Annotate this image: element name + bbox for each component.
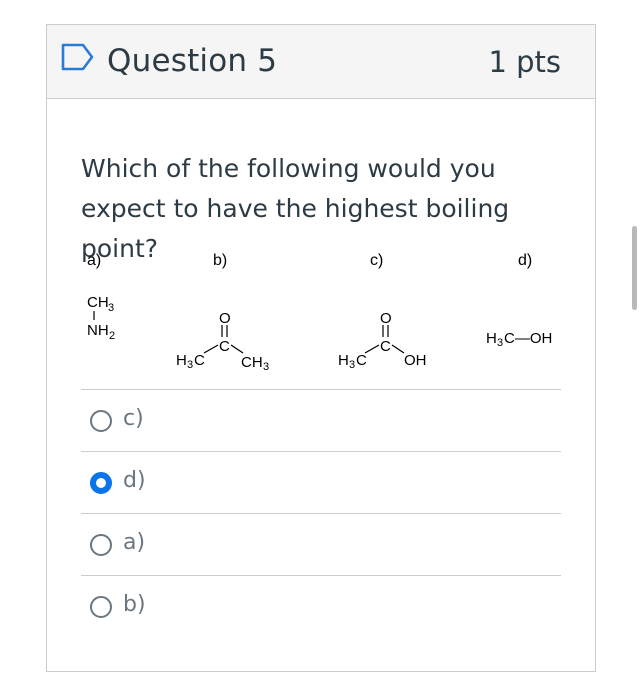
structure-b-c: C <box>219 338 230 355</box>
structure-label-a: a) <box>87 252 101 269</box>
structure-c-c: C <box>380 338 391 355</box>
structure-b-left-c: C <box>194 352 205 369</box>
answer-option-b[interactable]: b) <box>81 575 561 637</box>
structure-b-right: CH <box>241 354 263 371</box>
structure-c-left-h: H <box>338 352 349 369</box>
structure-a-bottom-sub: 2 <box>109 330 115 342</box>
structure-c-o: O <box>380 310 392 327</box>
structure-a: CH 3 NH 2 <box>87 294 115 342</box>
structure-c: O C H 3 C OH <box>338 310 427 371</box>
structure-d-h: H <box>486 330 497 347</box>
structure-a-top: CH <box>87 294 109 311</box>
radio-button-selected[interactable] <box>90 472 112 494</box>
structure-label-b: b) <box>213 252 227 269</box>
structure-label-c: c) <box>370 252 383 269</box>
answer-option-a[interactable]: a) <box>81 513 561 575</box>
radio-button[interactable] <box>90 410 112 432</box>
structure-a-bottom: NH <box>87 322 109 339</box>
answer-option-d[interactable]: d) <box>81 451 561 513</box>
structure-d: H 3 C—OH <box>486 330 552 349</box>
structure-b-o: O <box>219 310 231 327</box>
radio-button[interactable] <box>90 596 112 618</box>
scrollbar-thumb[interactable] <box>632 226 637 310</box>
structure-b-left-sub: 3 <box>187 359 193 371</box>
structure-a-top-sub: 3 <box>108 302 114 314</box>
structure-d-rest: C—OH <box>504 330 552 347</box>
structure-b-right-sub: 3 <box>263 361 269 373</box>
answer-label: d) <box>123 468 146 493</box>
structure-d-h-sub: 3 <box>497 337 503 349</box>
structure-b: O C H 3 C CH 3 <box>176 310 269 373</box>
answer-label: a) <box>123 530 146 555</box>
radio-button[interactable] <box>90 534 112 556</box>
question-header: Question 5 1 pts <box>47 25 595 99</box>
question-title: Question 5 <box>107 43 278 79</box>
answer-label: c) <box>123 406 144 431</box>
answer-option-c[interactable]: c) <box>81 389 561 451</box>
question-points: 1 pts <box>488 45 561 79</box>
structure-c-left-c: C <box>356 352 367 369</box>
question-card: Question 5 1 pts Which of the following … <box>46 24 596 672</box>
structure-b-left-h: H <box>176 352 187 369</box>
structure-c-right: OH <box>404 352 427 369</box>
bookmark-flag-icon[interactable] <box>61 42 95 72</box>
structures-figure: a) b) c) d) CH 3 NH 2 O C H 3 C CH 3 O C… <box>47 249 597 379</box>
answer-label: b) <box>123 592 146 617</box>
answer-list: c) d) a) b) <box>81 389 561 637</box>
structure-c-left-sub: 3 <box>349 359 355 371</box>
structure-label-d: d) <box>518 252 532 269</box>
